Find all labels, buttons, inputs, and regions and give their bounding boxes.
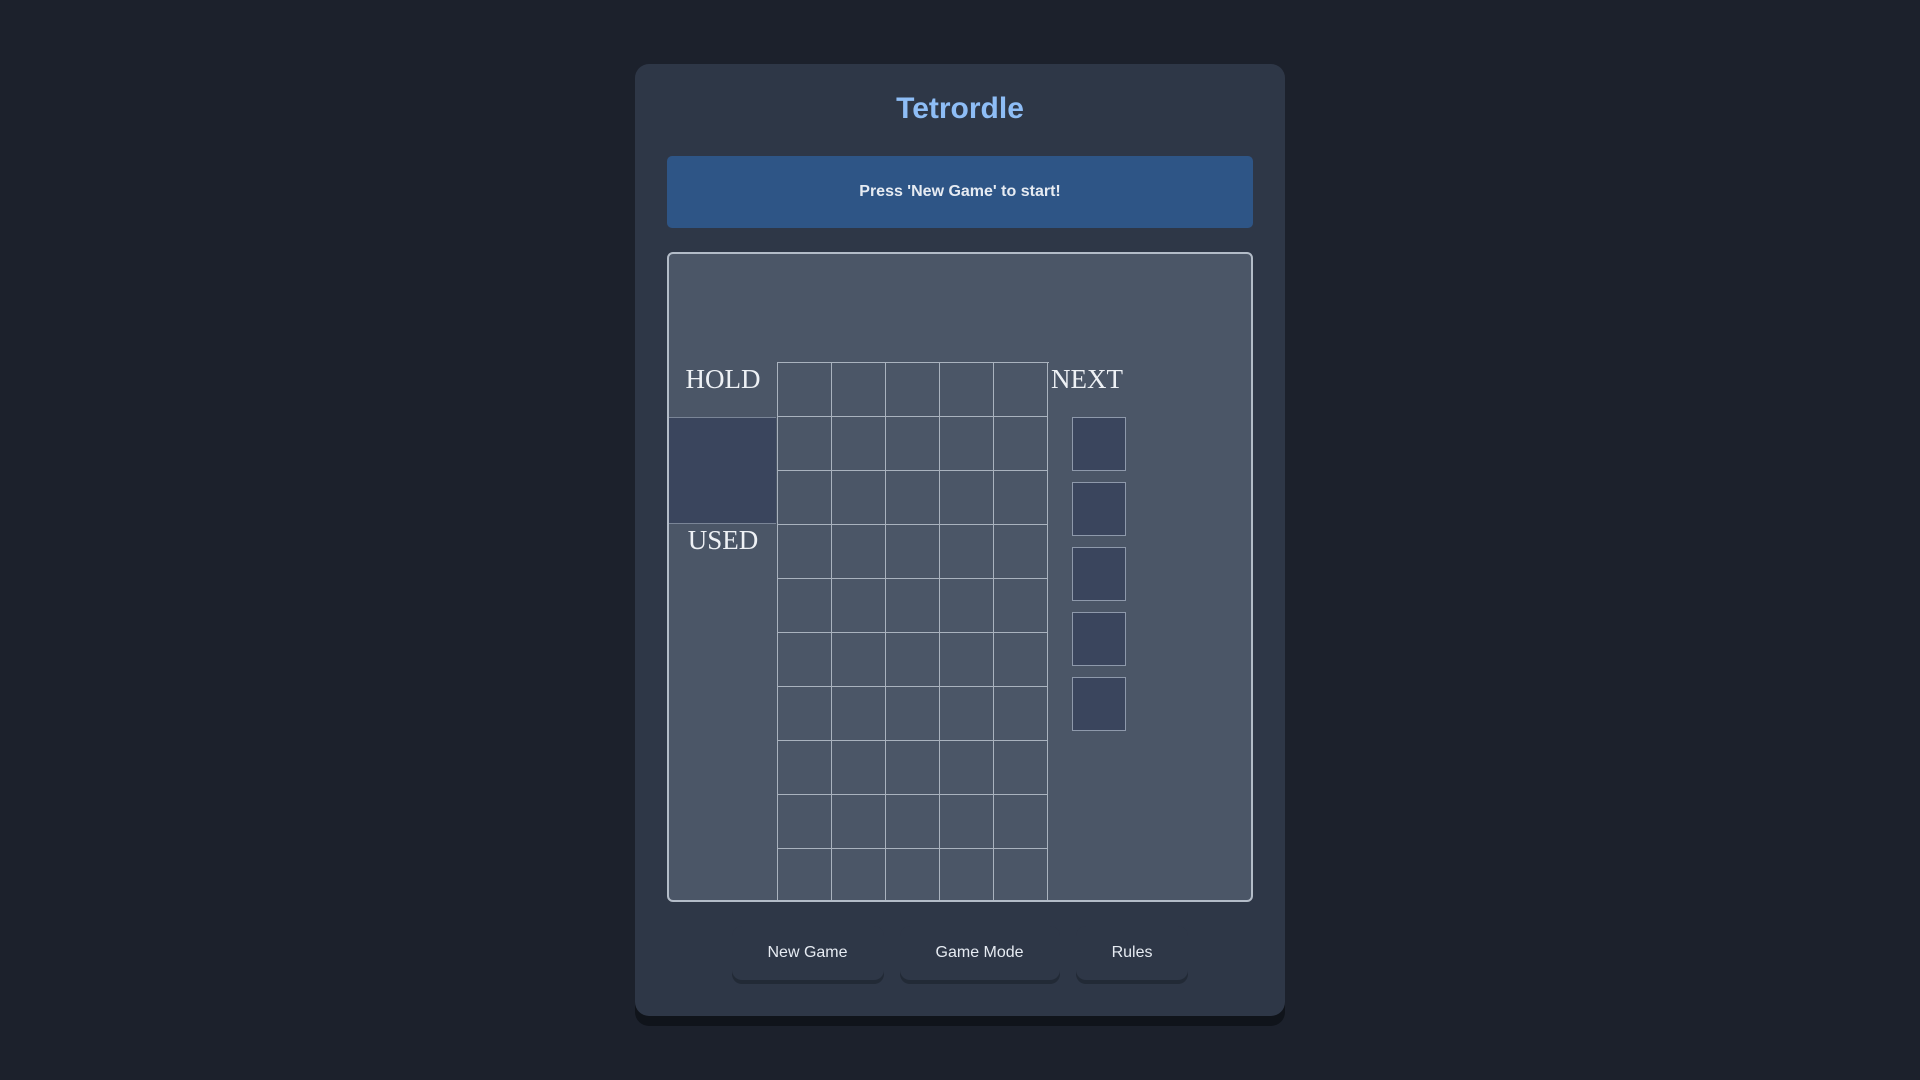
- grid-cell: [778, 633, 832, 687]
- grid-cell: [832, 687, 886, 741]
- grid-cell: [832, 363, 886, 417]
- grid-cell: [994, 417, 1048, 471]
- grid-cell: [886, 741, 940, 795]
- grid-cell: [778, 525, 832, 579]
- grid-cell: [940, 849, 994, 900]
- next-piece-slot: [1072, 547, 1126, 601]
- grid-cell: [940, 579, 994, 633]
- grid-cell: [940, 417, 994, 471]
- game-title: Tetrordle: [896, 92, 1024, 125]
- game-mode-button[interactable]: Game Mode: [899, 926, 1060, 980]
- grid-cell: [994, 795, 1048, 849]
- grid-cell: [832, 525, 886, 579]
- grid-cell: [778, 363, 832, 417]
- control-bar: New Game Game Mode Rules: [635, 926, 1285, 980]
- grid-cell: [994, 633, 1048, 687]
- grid-cell: [832, 633, 886, 687]
- grid-cell: [994, 849, 1048, 900]
- next-label: NEXT: [1051, 364, 1123, 394]
- grid-cell: [940, 795, 994, 849]
- grid-cell: [886, 795, 940, 849]
- grid-cell: [994, 471, 1048, 525]
- grid-cell: [994, 525, 1048, 579]
- grid-cell: [832, 471, 886, 525]
- grid-cell: [886, 525, 940, 579]
- grid-cell: [994, 363, 1048, 417]
- next-piece-slot: [1072, 677, 1126, 731]
- grid-cell: [886, 687, 940, 741]
- grid-cell: [886, 363, 940, 417]
- grid-cell: [940, 471, 994, 525]
- status-banner: Press 'New Game' to start!: [667, 156, 1253, 228]
- grid-cell: [940, 687, 994, 741]
- grid-cell: [886, 849, 940, 900]
- play-grid[interactable]: [777, 362, 1049, 900]
- game-board: HOLD USED NEXT: [667, 252, 1253, 902]
- grid-cell: [886, 471, 940, 525]
- new-game-button[interactable]: New Game: [731, 926, 884, 980]
- status-message: Press 'New Game' to start!: [859, 183, 1061, 200]
- hold-label: HOLD: [685, 364, 761, 394]
- grid-cell: [832, 417, 886, 471]
- grid-cell: [778, 741, 832, 795]
- grid-cell: [994, 687, 1048, 741]
- grid-cell: [778, 795, 832, 849]
- hold-slot[interactable]: [669, 417, 776, 524]
- next-piece-slot: [1072, 482, 1126, 536]
- grid-cell: [778, 579, 832, 633]
- next-piece-slot: [1072, 417, 1126, 471]
- grid-cell: [778, 687, 832, 741]
- next-queue: [1072, 417, 1128, 742]
- game-card: Tetrordle Press 'New Game' to start! HOL…: [635, 64, 1285, 1016]
- grid-cell: [994, 579, 1048, 633]
- used-label: USED: [687, 525, 759, 555]
- rules-button[interactable]: Rules: [1075, 926, 1189, 980]
- grid-cell: [832, 849, 886, 900]
- grid-cell: [886, 633, 940, 687]
- grid-cell: [940, 363, 994, 417]
- grid-cell: [778, 417, 832, 471]
- grid-cell: [940, 741, 994, 795]
- grid-cell: [778, 471, 832, 525]
- grid-cell: [886, 417, 940, 471]
- next-piece-slot: [1072, 612, 1126, 666]
- grid-cell: [832, 579, 886, 633]
- grid-cell: [940, 633, 994, 687]
- grid-cell: [778, 849, 832, 900]
- grid-cell: [886, 579, 940, 633]
- grid-cell: [832, 741, 886, 795]
- grid-cell: [994, 741, 1048, 795]
- grid-cell: [832, 795, 886, 849]
- grid-cell: [940, 525, 994, 579]
